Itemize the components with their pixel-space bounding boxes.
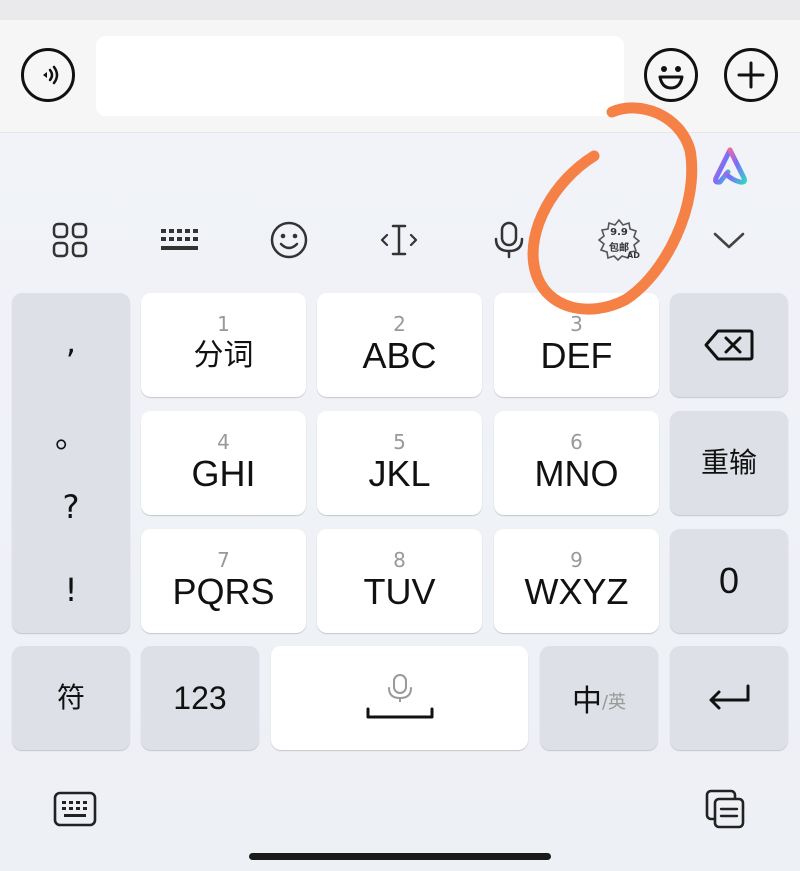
key-label: 符 [56, 681, 85, 714]
key-label: PQRS [172, 571, 275, 612]
voice-message-button[interactable] [21, 48, 75, 102]
microphone-icon [494, 221, 524, 259]
punct-period[interactable]: 。 [12, 411, 130, 457]
key-number: 6 [570, 430, 583, 454]
space-key[interactable] [271, 646, 528, 750]
grid-icon [52, 222, 88, 258]
toolbar-cursor[interactable] [369, 210, 429, 270]
punctuation-column[interactable]: , 。 ? ! [12, 293, 130, 633]
assistant-button[interactable] [700, 136, 760, 196]
key-number: 2 [393, 312, 406, 336]
space-mic-icon [366, 674, 433, 719]
key-jkl[interactable]: 5 JKL [317, 411, 482, 515]
symbols-key[interactable]: 符 [12, 646, 130, 750]
promo-badge-icon: 9.9 包邮 AD [597, 218, 641, 262]
key-label: 123 [173, 680, 227, 716]
key-label: ABC [362, 335, 437, 376]
enter-key[interactable] [670, 646, 788, 750]
more-button[interactable] [724, 48, 778, 102]
key-number: 5 [393, 430, 406, 454]
key-def[interactable]: 3 DEF [494, 293, 659, 397]
punct-comma[interactable]: , [12, 323, 130, 361]
key-tuv[interactable]: 8 TUV [317, 529, 482, 633]
status-strip [0, 0, 800, 20]
toolbar-grid[interactable] [40, 210, 100, 270]
toolbar-promo[interactable]: 9.9 包邮 AD [589, 210, 649, 270]
home-indicator [249, 853, 551, 860]
key-number: 9 [570, 548, 583, 572]
emoji-icon [270, 221, 308, 259]
backspace-key[interactable] [670, 293, 788, 397]
backspace-icon [704, 329, 754, 361]
key-label: TUV [363, 571, 436, 612]
lang-main: 中 [571, 684, 602, 719]
clipboard-icon [705, 789, 745, 829]
toolbar-voice[interactable] [479, 210, 539, 270]
zero-key[interactable]: 0 [670, 529, 788, 633]
key-mno[interactable]: 6 MNO [494, 411, 659, 515]
key-abc[interactable]: 2 ABC [317, 293, 482, 397]
toolbar-collapse[interactable] [699, 210, 759, 270]
key-ghi[interactable]: 4 GHI [141, 411, 306, 515]
key-pqrs[interactable]: 7 PQRS [141, 529, 306, 633]
chevron-down-icon [713, 232, 745, 249]
punct-question[interactable]: ? [12, 488, 130, 526]
promo-price: 9.9 [610, 227, 628, 238]
cursor-icon [380, 224, 418, 256]
key-number: 3 [570, 312, 583, 336]
keyboard-switch-button[interactable] [45, 779, 105, 839]
toolbar-keyboard[interactable] [150, 210, 210, 270]
key-number: 4 [217, 430, 230, 454]
key-label: 分词 [193, 338, 254, 373]
numbers-key[interactable]: 123 [141, 646, 259, 750]
clipboard-button[interactable] [695, 779, 755, 839]
promo-ad-label: AD [627, 251, 640, 260]
plus-icon [737, 61, 765, 89]
enter-icon [709, 684, 750, 710]
lang-switch-key[interactable]: 中 /英 [540, 646, 658, 750]
keyboard-icon [161, 229, 198, 250]
sound-wave-icon [43, 65, 59, 85]
key-number: 7 [217, 548, 230, 572]
lang-sub: /英 [601, 692, 627, 713]
key-label: DEF [540, 335, 613, 376]
key-number: 1 [217, 312, 230, 336]
key-fenci[interactable]: 1 分词 [141, 293, 306, 397]
reinput-key[interactable]: 重输 [670, 411, 788, 515]
key-label: GHI [191, 453, 256, 494]
key-number: 8 [393, 548, 406, 572]
key-label: JKL [368, 453, 431, 494]
keyboard-switch-icon [53, 791, 97, 827]
smiley-icon [658, 66, 684, 90]
key-wxyz[interactable]: 9 WXYZ [494, 529, 659, 633]
punct-exclamation[interactable]: ! [12, 571, 130, 609]
message-input[interactable] [96, 36, 624, 116]
chat-input-bar [0, 20, 800, 133]
toolbar-emoji[interactable] [259, 210, 319, 270]
key-label: 重输 [700, 446, 757, 479]
assistant-logo-icon [713, 147, 747, 185]
key-label: 0 [718, 560, 740, 601]
key-label: WXYZ [524, 571, 629, 612]
emoji-button[interactable] [644, 48, 698, 102]
ime-keyboard: 9.9 包邮 AD , 。 ? ! 1 分词 2 ABC 3 DEF 4 GHI [0, 133, 800, 871]
key-label: MNO [534, 453, 619, 494]
